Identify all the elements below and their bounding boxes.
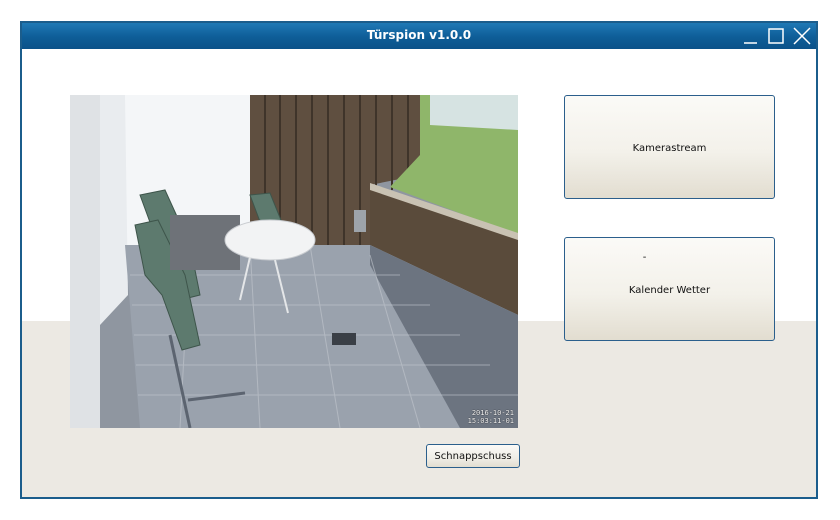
camera-timestamp-time: 15:03:11-01 [467,417,514,425]
window-title: Türspion v1.0.0 [366,28,472,42]
app-window: Türspion v1.0.0 2016-10-21 15:03:11-01 K… [20,21,818,499]
kalender-wetter-button[interactable]: - Kalender Wetter [564,237,775,341]
camera-timestamp-date: 2016-10-21 [471,409,514,417]
kamerastream-button[interactable]: Kamerastream [564,95,775,199]
kalender-dash-label: - [642,252,647,263]
close-icon[interactable] [791,25,813,47]
maximize-icon[interactable] [765,25,787,47]
camera-timestamp: 2016-10-21 15:03:11-01 [468,409,514,425]
schnappschuss-button[interactable]: Schnappschuss [426,444,520,468]
kalender-wetter-label: Kalender Wetter [628,285,711,296]
kamerastream-label: Kamerastream [632,143,707,154]
camera-image: 2016-10-21 15:03:11-01 [70,95,518,428]
title-bar[interactable]: Türspion v1.0.0 [22,23,816,49]
minimize-icon[interactable] [740,25,762,47]
